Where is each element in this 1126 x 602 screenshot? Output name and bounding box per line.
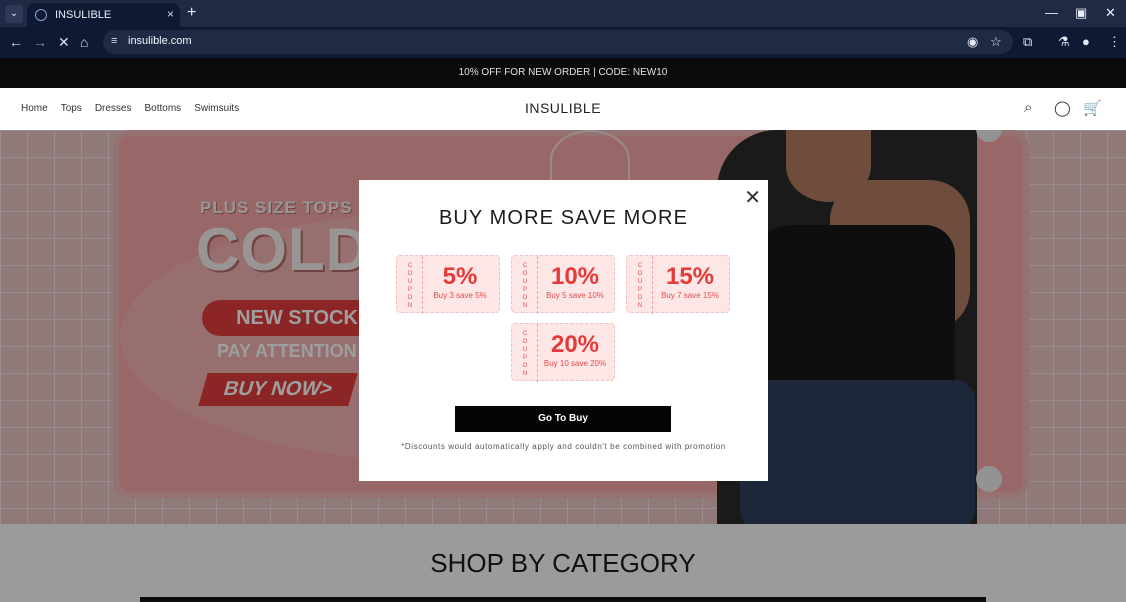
tab-title: INSULIBLE bbox=[55, 9, 112, 21]
coupon-percent: 15% bbox=[665, 263, 715, 290]
search-icon[interactable]: ⌕ bbox=[1024, 99, 1032, 116]
tracking-protection-icon[interactable]: ◉ bbox=[967, 34, 978, 50]
promo-modal: ✕ BUY MORE SAVE MORE C O U P O N 5% Buy … bbox=[359, 180, 768, 481]
coupon-description: Buy 5 save 10% bbox=[546, 291, 604, 300]
window-close-icon[interactable]: ✕ bbox=[1105, 5, 1116, 21]
coupon-label: C O U P O N bbox=[512, 256, 538, 314]
coupon-letter: P bbox=[407, 287, 412, 293]
minimize-icon[interactable]: — bbox=[1045, 5, 1058, 20]
coupon-card: C O U P O N 20% Buy 10 save 20% bbox=[511, 323, 615, 382]
bookmark-star-icon[interactable]: ☆ bbox=[990, 34, 1002, 50]
coupon-letter: P bbox=[522, 355, 527, 361]
coupon-letter: U bbox=[407, 279, 413, 285]
browser-menu-icon[interactable]: ⋮ bbox=[1108, 34, 1121, 50]
coupon-letter: O bbox=[637, 295, 643, 301]
coupon-letter: U bbox=[522, 347, 528, 353]
browser-tab-strip: ⌄ INSULIBLE × + — ▣ ✕ bbox=[0, 0, 1126, 27]
forward-icon[interactable]: → bbox=[33, 34, 47, 50]
browser-tab[interactable]: INSULIBLE × bbox=[27, 3, 180, 27]
go-to-buy-button[interactable]: Go To Buy bbox=[455, 406, 671, 432]
cart-icon[interactable]: 🛒 bbox=[1083, 99, 1102, 117]
coupon-card: C O U P O N 5% Buy 3 save 5% bbox=[396, 255, 500, 314]
restore-icon[interactable]: ▣ bbox=[1075, 5, 1087, 21]
coupon-letter: O bbox=[637, 271, 643, 277]
coupon-letter: P bbox=[637, 287, 642, 293]
coupon-letter: O bbox=[522, 363, 528, 369]
announcement-bar: 10% OFF FOR NEW ORDER | CODE: NEW10 bbox=[0, 58, 1126, 88]
coupon-percent: 5% bbox=[442, 263, 478, 290]
coupon-description: Buy 7 save 15% bbox=[661, 291, 719, 300]
coupon-letter: O bbox=[407, 295, 413, 301]
coupon-percent: 20% bbox=[550, 331, 600, 358]
coupon-percent: 10% bbox=[550, 263, 600, 290]
coupon-label: C O U P O N bbox=[397, 256, 423, 314]
site-info-icon[interactable]: ≡ bbox=[111, 35, 117, 47]
new-tab-icon[interactable]: + bbox=[187, 4, 196, 22]
coupon-label: C O U P O N bbox=[512, 324, 538, 382]
brand-logo[interactable]: INSULIBLE bbox=[0, 100, 1126, 116]
coupon-letter: P bbox=[522, 287, 527, 293]
site-header: Home Tops Dresses Bottoms Swimsuits INSU… bbox=[0, 88, 1126, 130]
coupon-card: C O U P O N 15% Buy 7 save 15% bbox=[626, 255, 730, 314]
coupon-letter: C bbox=[407, 263, 413, 269]
coupon-letter: U bbox=[637, 279, 643, 285]
coupon-letter: U bbox=[522, 279, 528, 285]
coupon-letter: O bbox=[522, 271, 528, 277]
url-text[interactable]: insulible.com bbox=[128, 35, 192, 47]
modal-title: BUY MORE SAVE MORE bbox=[438, 207, 689, 229]
coupon-letter: C bbox=[522, 331, 528, 337]
coupon-letter: O bbox=[522, 339, 528, 345]
site-favicon-icon bbox=[35, 9, 47, 21]
browser-toolbar: ← → ✕ ⌂ ≡ insulible.com ◉ ☆ ⧉ ⚗ ● ⋮ bbox=[0, 27, 1126, 58]
coupon-letter: C bbox=[522, 263, 528, 269]
coupon-letter: C bbox=[637, 263, 643, 269]
coupon-letter: O bbox=[407, 271, 413, 277]
labs-icon[interactable]: ⚗ bbox=[1058, 34, 1070, 50]
profile-icon[interactable]: ● bbox=[1082, 34, 1090, 49]
tab-search-icon[interactable]: ⌄ bbox=[5, 5, 23, 23]
discount-note: *Discounts would automatically apply and… bbox=[401, 442, 726, 451]
tab-close-icon[interactable]: × bbox=[167, 7, 174, 21]
account-icon[interactable]: ◯ bbox=[1054, 99, 1071, 117]
coupon-letter: N bbox=[522, 371, 528, 377]
coupon-card: C O U P O N 10% Buy 5 save 10% bbox=[511, 255, 615, 314]
address-bar[interactable]: ≡ insulible.com ◉ ☆ bbox=[103, 30, 1013, 54]
home-icon[interactable]: ⌂ bbox=[80, 34, 88, 50]
coupon-letter: N bbox=[407, 303, 413, 309]
coupon-letter: N bbox=[637, 303, 643, 309]
coupon-description: Buy 10 save 20% bbox=[543, 359, 607, 368]
coupon-letter: O bbox=[522, 295, 528, 301]
extensions-icon[interactable]: ⧉ bbox=[1023, 34, 1032, 50]
stop-loading-icon[interactable]: ✕ bbox=[58, 34, 70, 51]
coupon-description: Buy 3 save 5% bbox=[433, 291, 487, 300]
coupon-letter: N bbox=[522, 303, 528, 309]
back-icon[interactable]: ← bbox=[9, 34, 23, 50]
coupon-label: C O U P O N bbox=[627, 256, 653, 314]
